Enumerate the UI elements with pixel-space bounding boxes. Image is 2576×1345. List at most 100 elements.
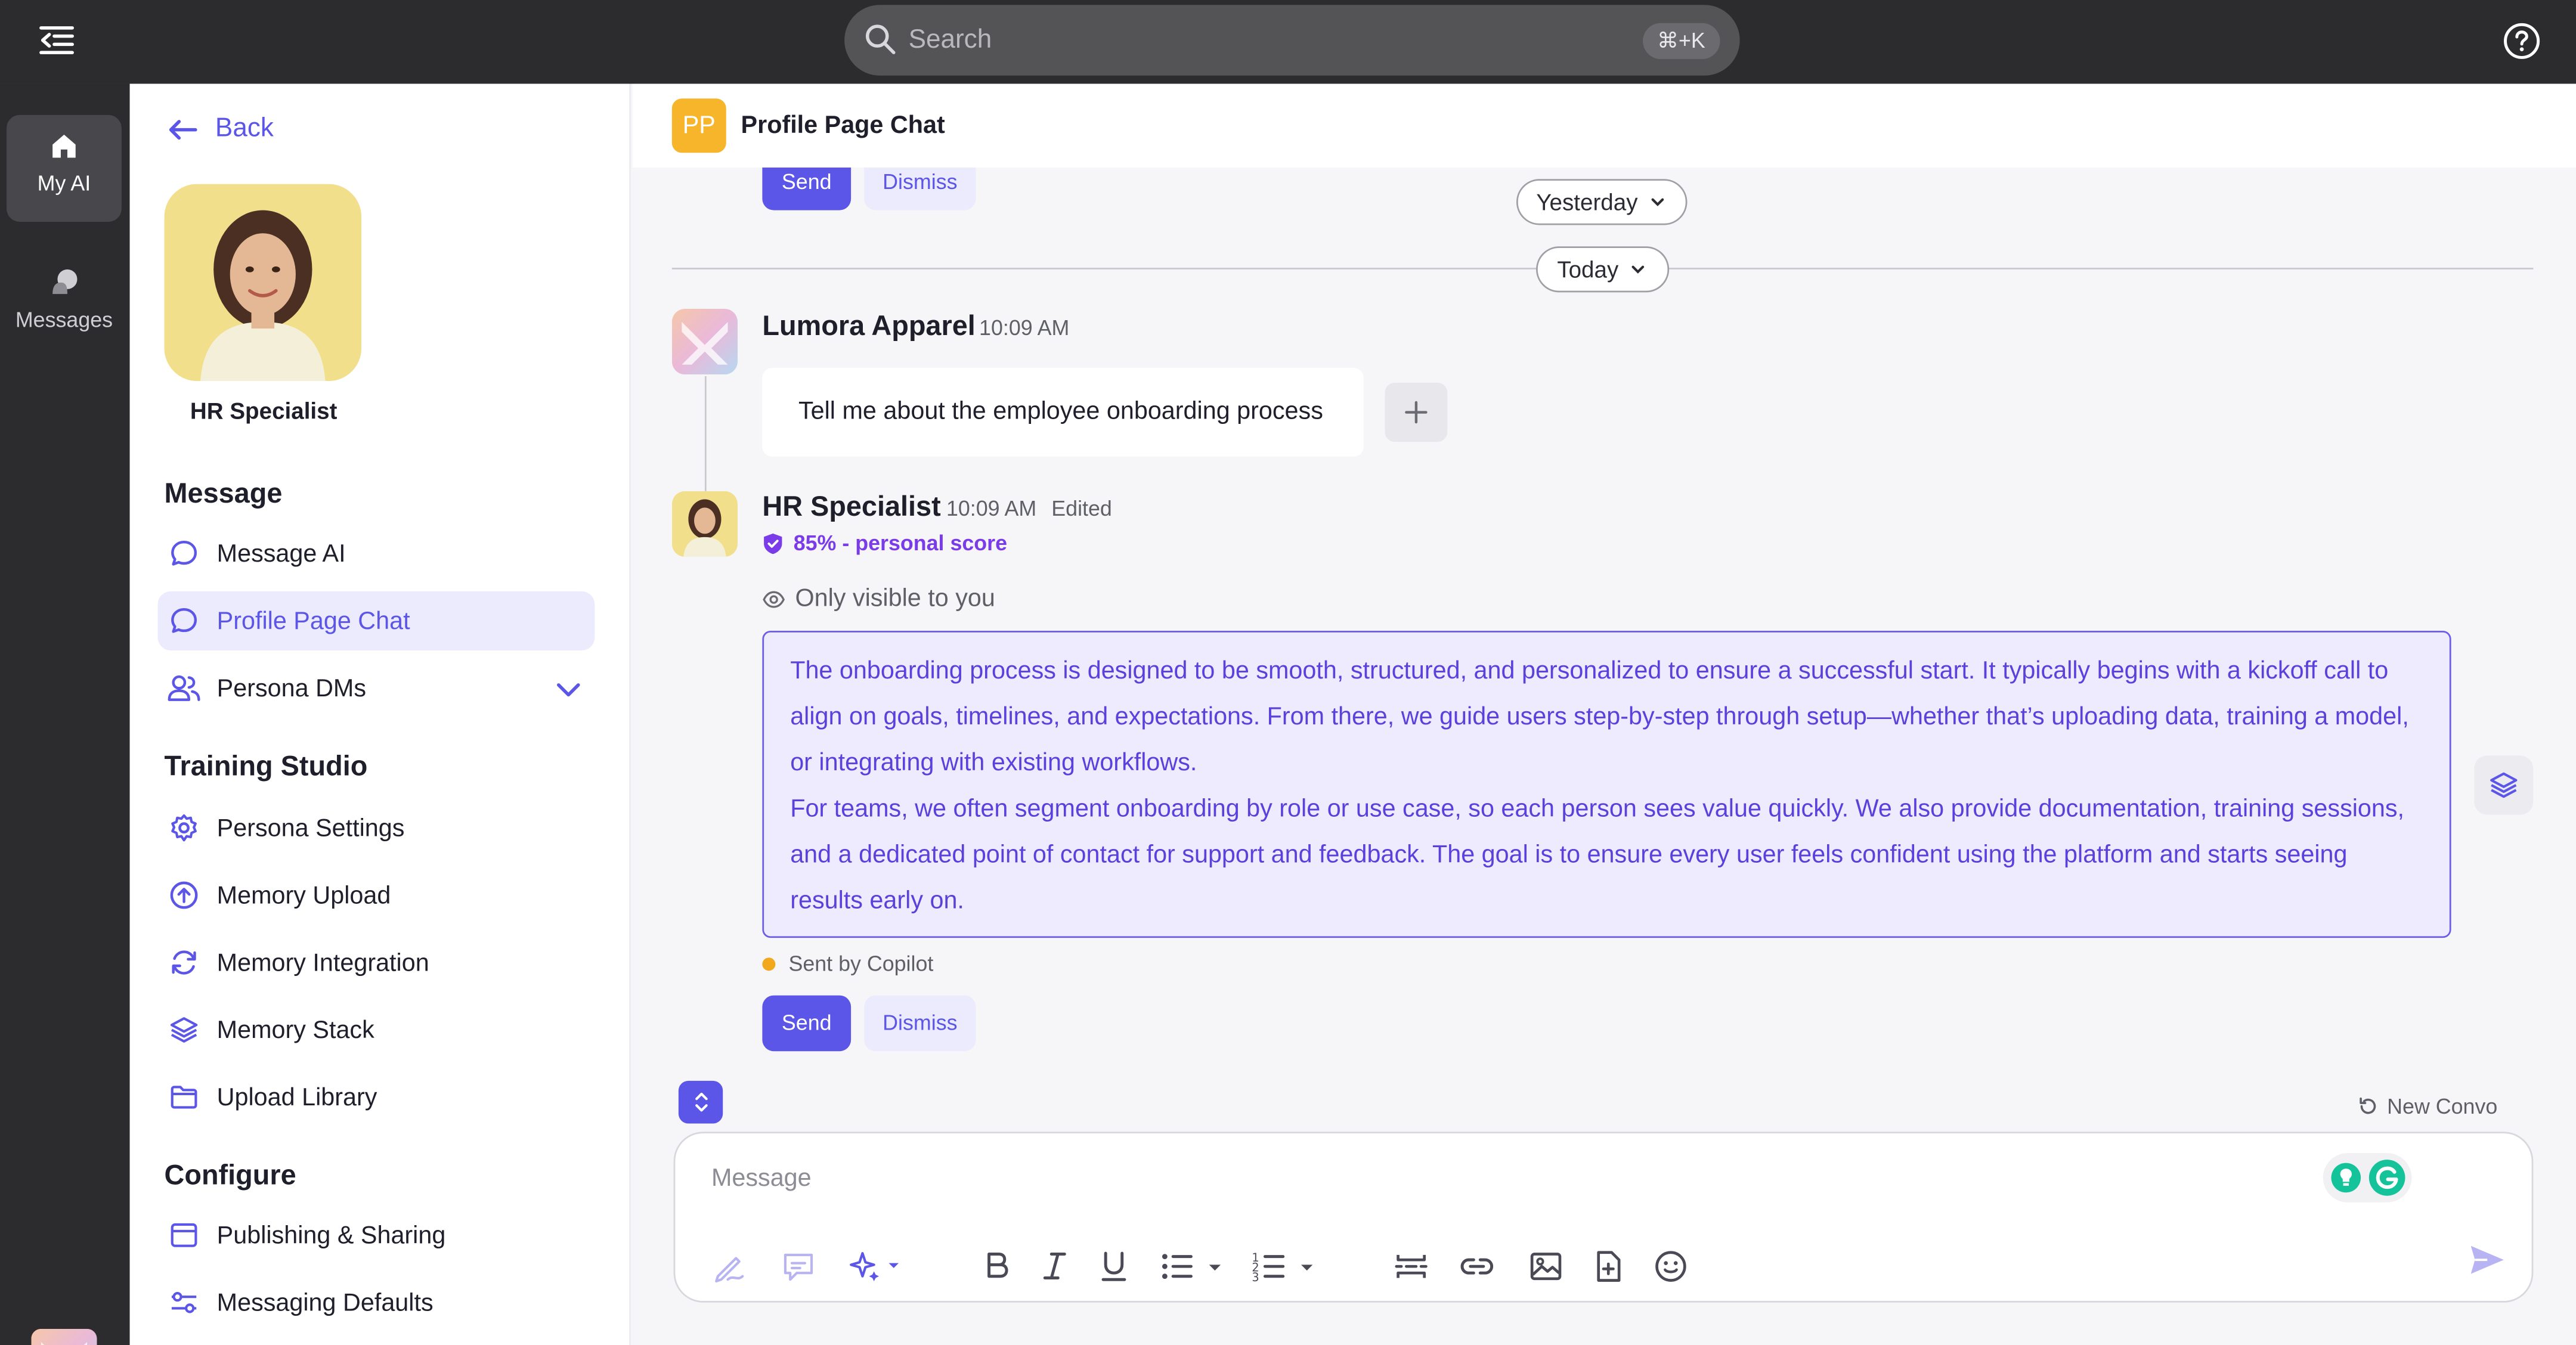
bold-icon[interactable]: [977, 1247, 1017, 1286]
grammarly-widget[interactable]: [2323, 1153, 2412, 1203]
persona-avatar: [164, 184, 362, 382]
search-placeholder: Search: [908, 26, 992, 54]
thread-line: [704, 376, 707, 491]
chat-bubble-icon: [168, 605, 200, 637]
emoji-icon[interactable]: [1651, 1247, 1690, 1286]
italic-icon[interactable]: [1035, 1247, 1075, 1286]
sidebar-item-message-ai[interactable]: Message AI: [157, 524, 595, 583]
memory-stack-button[interactable]: [2474, 755, 2534, 815]
visibility-label: Only visible to you: [795, 584, 995, 613]
sidebar-item-upload-library[interactable]: Upload Library: [157, 1068, 595, 1127]
new-convo-label: New Convo: [2387, 1093, 2498, 1119]
left-rail: My AI Messages: [0, 83, 130, 1345]
user-sender-name: Lumora Apparel: [762, 310, 976, 342]
ai-message-paragraph: The onboarding process is designed to be…: [790, 657, 2409, 777]
ai-message-paragraph: For teams, we often segment onboarding b…: [790, 795, 2405, 915]
search-icon: [864, 23, 897, 56]
sidebar-item-label: Profile Page Chat: [216, 607, 410, 635]
sidebar-item-memory-stack[interactable]: Memory Stack: [157, 1000, 595, 1059]
sidebar-item-persona-settings[interactable]: Persona Settings: [157, 798, 595, 857]
gear-icon: [168, 811, 200, 844]
user-avatar: [671, 308, 738, 375]
back-link[interactable]: Back: [166, 113, 274, 146]
date-pill-yesterday[interactable]: Yesterday: [1516, 179, 1688, 225]
chevron-down-icon[interactable]: [553, 675, 583, 705]
attach-file-icon[interactable]: [1589, 1247, 1628, 1286]
section-title-message: Message: [164, 478, 283, 510]
rail-item-messages[interactable]: Messages: [7, 252, 122, 358]
search-bar[interactable]: Search ⌘+K: [844, 5, 1740, 76]
sidebar-item-persona-dms[interactable]: Persona DMs: [157, 659, 595, 718]
send-button[interactable]: Send: [762, 995, 852, 1052]
personal-score-label: 85% - personal score: [793, 530, 1008, 556]
chat-bubble-icon: [168, 537, 200, 570]
users-icon: [168, 672, 200, 705]
sidebar-item-profile-page-chat[interactable]: Profile Page Chat: [157, 591, 595, 651]
plus-icon: [1403, 399, 1429, 425]
ai-message-time: 10:09 AM: [946, 496, 1037, 521]
link-icon[interactable]: [1457, 1247, 1497, 1286]
message-composer[interactable]: Message 123: [673, 1132, 2534, 1303]
chat-title: Profile Page Chat: [741, 111, 945, 140]
date-pill-label: Today: [1557, 256, 1619, 283]
section-title-training-studio: Training Studio: [164, 751, 368, 782]
sidebar: Back HR Specialist Message Message AI Pr…: [129, 83, 631, 1345]
ai-sparkle-dropdown-icon[interactable]: [846, 1247, 912, 1286]
folder-icon: [168, 1081, 200, 1114]
sidebar-item-label: Memory Upload: [216, 881, 391, 909]
edited-label: Edited: [1051, 496, 1112, 521]
home-icon: [49, 131, 79, 161]
sidebar-item-label: Persona DMs: [216, 674, 367, 702]
sent-by-label: Sent by Copilot: [788, 951, 934, 976]
user-message-bubble: Tell me about the employee onboarding pr…: [762, 368, 1364, 457]
collapse-sidebar-icon[interactable]: [36, 20, 79, 59]
chevron-up-down-icon: [691, 1090, 711, 1114]
arrow-left-icon: [166, 117, 199, 143]
underline-icon[interactable]: [1094, 1247, 1134, 1286]
bullet-list-dropdown-icon[interactable]: [1158, 1247, 1234, 1286]
lightbulb-icon: [2329, 1161, 2361, 1194]
date-pill-today[interactable]: Today: [1536, 246, 1670, 293]
layers-icon: [168, 1014, 200, 1046]
numbered-list-dropdown-icon[interactable]: 123: [1250, 1247, 1326, 1286]
chat-panel: Send Dismiss PP Profile Page Chat Yester…: [632, 83, 2576, 1345]
shield-check-icon: [762, 531, 784, 554]
rail-item-label: My AI: [37, 171, 91, 196]
sidebar-item-label: Publishing & Sharing: [216, 1221, 446, 1250]
rail-item-my-ai[interactable]: My AI: [7, 114, 122, 222]
sidebar-item-label: Message AI: [216, 540, 346, 568]
comment-tool-icon[interactable]: [779, 1247, 818, 1286]
svg-text:3: 3: [1252, 1270, 1259, 1284]
section-title-configure: Configure: [164, 1160, 296, 1191]
sidebar-item-memory-integration[interactable]: Memory Integration: [157, 933, 595, 992]
status-dot: [762, 956, 776, 970]
rewrite-tool-icon[interactable]: [710, 1247, 749, 1286]
chat-badge: PP: [671, 98, 726, 153]
send-message-icon[interactable]: [2467, 1242, 2507, 1278]
grammarly-icon: [2367, 1158, 2406, 1197]
sidebar-item-messaging-defaults[interactable]: Messaging Defaults: [157, 1273, 595, 1332]
window-icon: [168, 1219, 200, 1251]
sidebar-item-label: Memory Stack: [216, 1016, 374, 1044]
ai-avatar: [671, 491, 738, 557]
sent-by-note: Sent by Copilot: [762, 951, 934, 976]
sidebar-item-label: Persona Settings: [216, 814, 405, 842]
top-bar: Search ⌘+K: [0, 0, 2576, 84]
sidebar-item-publishing-sharing[interactable]: Publishing & Sharing: [157, 1205, 595, 1265]
app-logo[interactable]: [31, 1328, 97, 1345]
ai-message-bubble[interactable]: The onboarding process is designed to be…: [762, 630, 2451, 938]
search-shortcut-badge: ⌘+K: [1642, 23, 1720, 60]
new-convo-button[interactable]: New Convo: [2358, 1093, 2498, 1119]
expand-toggle-button[interactable]: [678, 1080, 723, 1124]
help-icon[interactable]: [2500, 20, 2543, 63]
page-break-icon[interactable]: [1392, 1247, 1431, 1286]
sidebar-item-memory-upload[interactable]: Memory Upload: [157, 866, 595, 925]
message-input[interactable]: Message: [711, 1164, 812, 1192]
dismiss-button[interactable]: Dismiss: [864, 995, 976, 1052]
user-message-time: 10:09 AM: [979, 315, 1070, 340]
add-button[interactable]: [1385, 382, 1448, 442]
ai-sender-name: HR Specialist: [762, 491, 941, 523]
image-icon[interactable]: [1526, 1247, 1565, 1286]
sync-icon: [168, 946, 200, 979]
rail-item-label: Messages: [15, 307, 113, 332]
